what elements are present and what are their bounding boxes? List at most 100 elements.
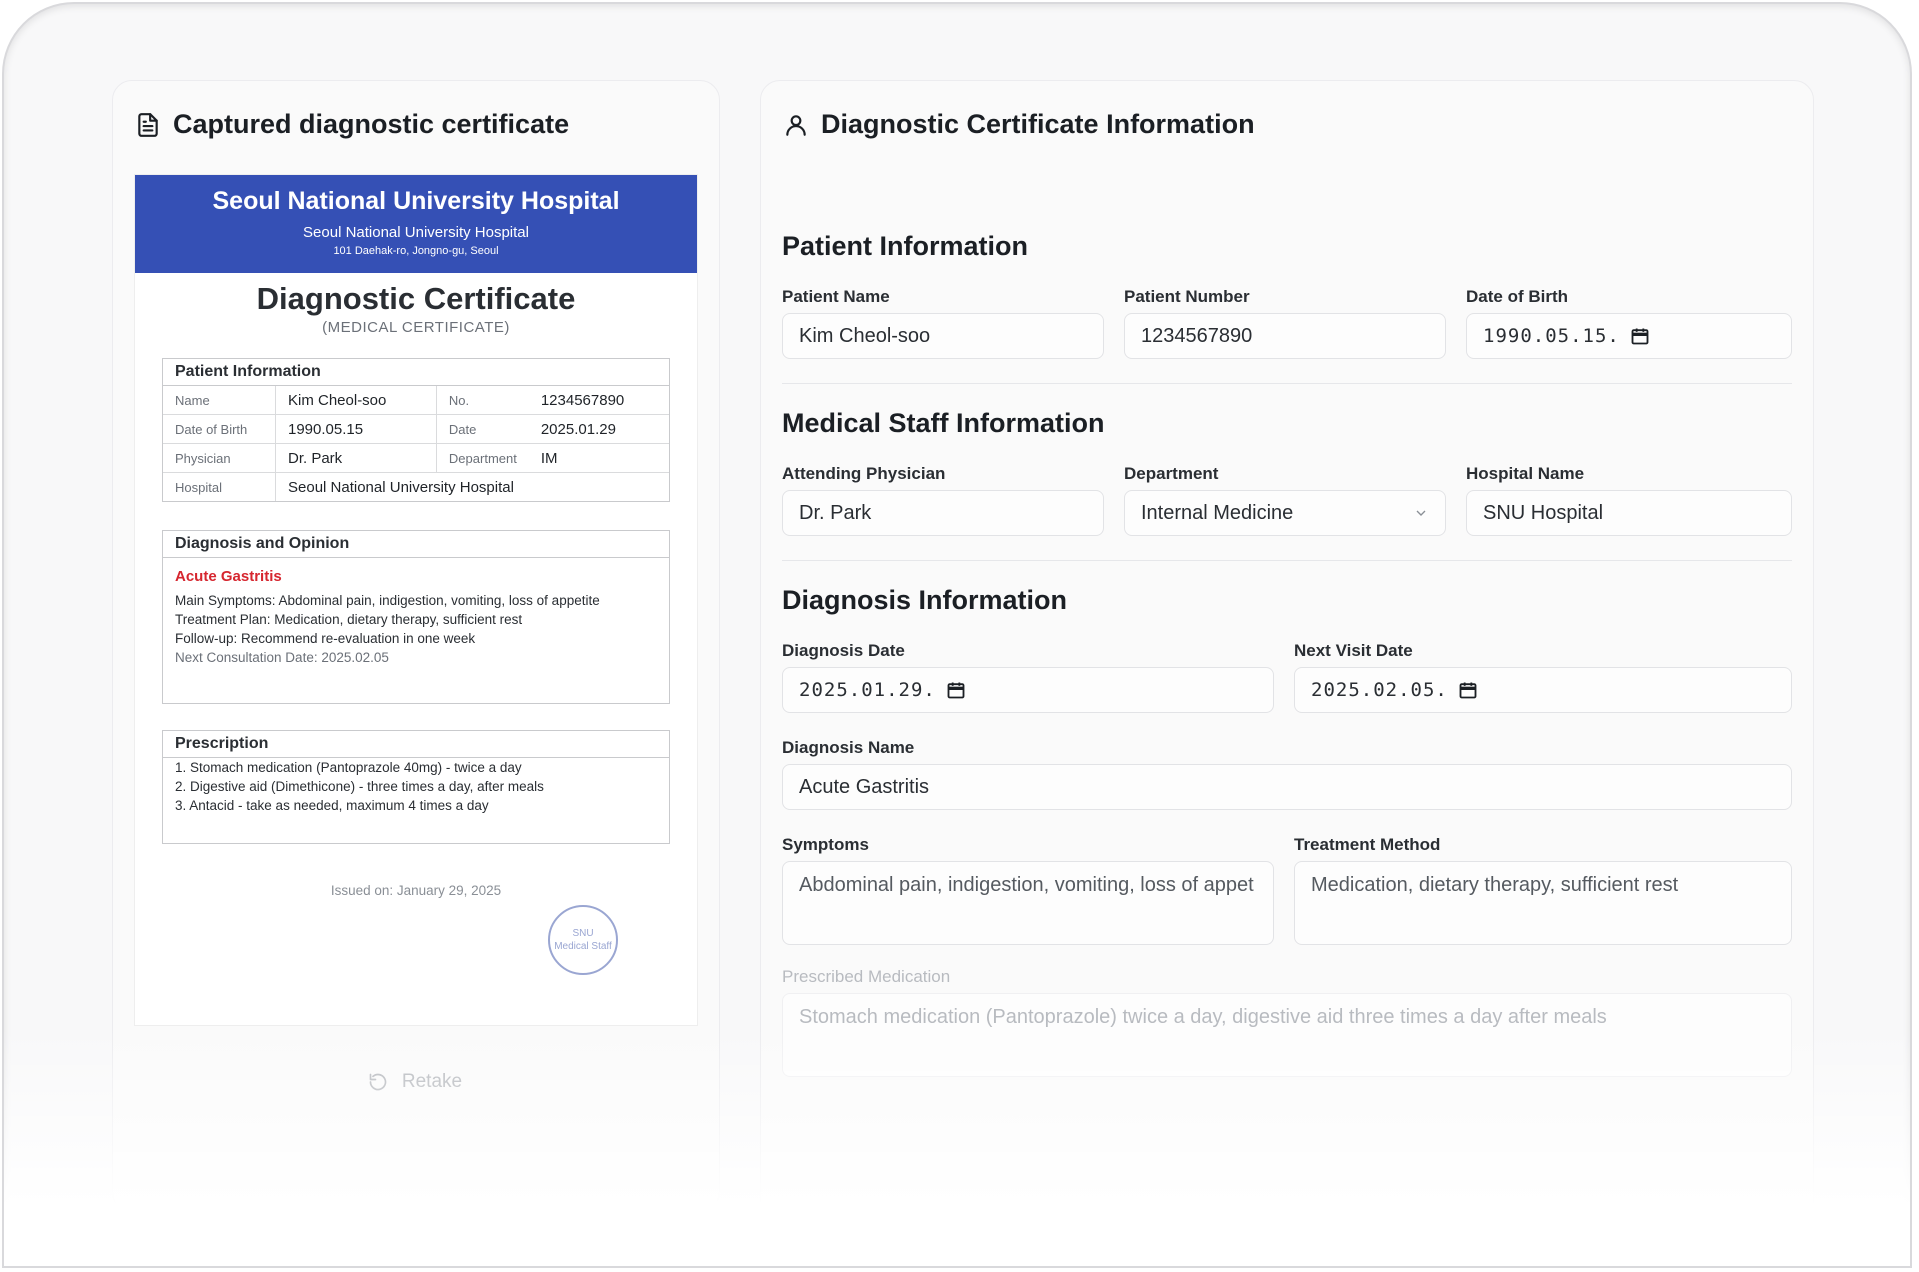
hospital-name-field[interactable]: SNU Hospital	[1466, 490, 1792, 536]
diagnosis-date-value: 2025.01.29.	[799, 679, 936, 701]
patient-section-title: Patient Information	[782, 231, 1029, 261]
diagnosis-name-value: Acute Gastritis	[799, 775, 930, 798]
certificate-info-title: Diagnostic Certificate Information	[783, 109, 1255, 140]
date-label: Date	[435, 414, 529, 444]
physician-label: Attending Physician	[782, 464, 946, 483]
dob-label: Date of Birth	[1466, 287, 1568, 306]
no-value: 1234567890	[528, 386, 669, 415]
section-divider	[782, 560, 1792, 561]
device-frame: Captured diagnostic certificate Seoul Na…	[4, 4, 1910, 1266]
user-icon	[786, 114, 806, 136]
rotate-ccw-icon	[369, 1073, 387, 1091]
diagnosis-date-label: Diagnosis Date	[782, 641, 905, 660]
diagnosis-section-title: Diagnosis Information	[782, 585, 1068, 615]
diagnosis-heading: Diagnosis and Opinion	[163, 531, 669, 558]
hospital-name-label: Hospital Name	[1466, 464, 1585, 483]
next-visit-field[interactable]: 2025.02.05.	[1294, 667, 1792, 713]
treatment-textarea[interactable]: Medication, dietary therapy, sufficient …	[1294, 861, 1792, 945]
symptoms-textarea[interactable]: Abdominal pain, indigestion, vomiting, l…	[782, 861, 1274, 945]
diagnosis-symptoms: Main Symptoms: Abdominal pain, indigesti…	[175, 593, 600, 608]
certificate-diagnosis: Diagnosis and Opinion Acute Gastritis Ma…	[162, 530, 670, 704]
prescription-item: 2. Digestive aid (Dimethicone) - three t…	[175, 779, 544, 794]
staff-section-title: Medical Staff Information	[782, 408, 1105, 438]
date-value: 2025.01.29	[528, 414, 669, 444]
physician-field[interactable]: Dr. Park	[782, 490, 1104, 536]
calendar-icon[interactable]	[1630, 326, 1650, 346]
hospital-stamp: SNU Medical Staff	[548, 905, 618, 975]
issued-date: Issued on: January 29, 2025	[330, 883, 502, 898]
table-row: Physician Dr. Park Department IM	[163, 443, 669, 473]
treatment-label: Treatment Method	[1294, 835, 1441, 854]
retake-label: Retake	[401, 1071, 463, 1092]
stamp-line-2: Medical Staff	[554, 941, 612, 952]
certificate-patient-info: Patient Information Name Kim Cheol-soo N…	[162, 358, 670, 502]
patient-name-field[interactable]: Kim Cheol-soo	[782, 313, 1104, 359]
certificate-image: Seoul National University Hospital Seoul…	[134, 174, 698, 1026]
panel-title-text: Captured diagnostic certificate	[173, 109, 570, 139]
patient-name-value: Kim Cheol-soo	[799, 324, 931, 347]
medication-label: Prescribed Medication	[782, 967, 951, 986]
certificate-address: 101 Daehak-ro, Jongno-gu, Seoul	[333, 245, 499, 257]
no-label: No.	[435, 386, 529, 415]
next-visit-label: Next Visit Date	[1294, 641, 1413, 660]
treatment-value: Medication, dietary therapy, sufficient …	[1311, 874, 1679, 896]
name-label: Name	[163, 386, 276, 415]
retake-button[interactable]: Retake	[134, 1053, 696, 1111]
dob-field[interactable]: 1990.05.15.	[1466, 313, 1792, 359]
patient-number-field[interactable]: 1234567890	[1124, 313, 1446, 359]
prescription-heading: Prescription	[163, 731, 669, 758]
diagnosis-date-field[interactable]: 2025.01.29.	[782, 667, 1274, 713]
next-visit-value: 2025.02.05.	[1311, 679, 1448, 701]
certificate-hospital-sub: Seoul National University Hospital	[303, 224, 529, 241]
hospital-value: Seoul National University Hospital	[288, 478, 514, 496]
physician-label: Physician	[163, 443, 276, 473]
patient-name-label: Patient Name	[782, 287, 890, 306]
physician-value: Dr. Park	[799, 501, 872, 524]
patient-number-label: Patient Number	[1124, 287, 1250, 306]
panel-title-text: Diagnostic Certificate Information	[821, 109, 1255, 139]
diagnosis-next: Next Consultation Date: 2025.02.05	[175, 650, 389, 665]
diagnosis-followup: Follow-up: Recommend re-evaluation in on…	[175, 631, 476, 646]
diagnosis-name-field[interactable]: Acute Gastritis	[782, 764, 1792, 810]
certificate-info-form: Diagnostic Certificate Information Patie…	[760, 80, 1814, 1242]
dob-value: 1990.05.15.	[1483, 325, 1620, 347]
section-divider	[782, 383, 1792, 384]
prescription-item: 3. Antacid - take as needed, maximum 4 t…	[175, 798, 489, 813]
table-row: Name Kim Cheol-soo No. 1234567890	[163, 386, 669, 415]
chevron-down-icon	[1416, 510, 1426, 516]
certificate-hospital-name: Seoul National University Hospital	[212, 187, 620, 215]
table-row: Date of Birth 1990.05.15 Date 2025.01.29	[163, 414, 669, 444]
symptoms-value: Abdominal pain, indigestion, vomiting, l…	[799, 874, 1254, 896]
certificate-title: Diagnostic Certificate	[256, 281, 576, 316]
prescription-item: 1. Stomach medication (Pantoprazole 40mg…	[175, 760, 522, 775]
stamp-line-1: SNU	[572, 928, 594, 939]
calendar-icon[interactable]	[1458, 680, 1478, 700]
name-value: Kim Cheol-soo	[275, 386, 437, 415]
diagnosis-name: Acute Gastritis	[175, 568, 282, 585]
dob-label: Date of Birth	[163, 414, 276, 444]
medication-textarea[interactable]: Stomach medication (Pantoprazole) twice …	[782, 993, 1792, 1077]
department-value: Internal Medicine	[1141, 501, 1294, 524]
hospital-label: Hospital	[163, 472, 276, 501]
patient-info-heading: Patient Information	[163, 359, 669, 386]
document-icon	[138, 112, 158, 137]
symptoms-label: Symptoms	[782, 835, 869, 854]
hospital-name-value: SNU Hospital	[1483, 501, 1604, 524]
department-label: Department	[435, 443, 529, 473]
certificate-prescription: Prescription 1. Stomach medication (Pant…	[162, 730, 670, 844]
patient-info-table: Name Kim Cheol-soo No. 1234567890 Date o…	[163, 386, 669, 501]
medication-value: Stomach medication (Pantoprazole) twice …	[799, 1006, 1607, 1028]
diagnosis-name-label: Diagnosis Name	[782, 738, 915, 757]
certificate-title-sub: (MEDICAL CERTIFICATE)	[322, 319, 510, 336]
dob-value: 1990.05.15	[275, 414, 437, 444]
table-row: Hospital Seoul National University Hospi…	[163, 472, 669, 501]
captured-certificate-panel: Captured diagnostic certificate Seoul Na…	[112, 80, 720, 1212]
certificate-header: Seoul National University Hospital Seoul…	[135, 175, 697, 273]
physician-value: Dr. Park	[275, 443, 437, 473]
diagnosis-plan: Treatment Plan: Medication, dietary ther…	[175, 612, 523, 627]
department-select[interactable]: Internal Medicine	[1124, 490, 1446, 536]
captured-certificate-title: Captured diagnostic certificate	[135, 109, 569, 140]
calendar-icon[interactable]	[946, 680, 966, 700]
department-label: Department	[1124, 464, 1219, 483]
patient-number-value: 1234567890	[1141, 324, 1253, 347]
